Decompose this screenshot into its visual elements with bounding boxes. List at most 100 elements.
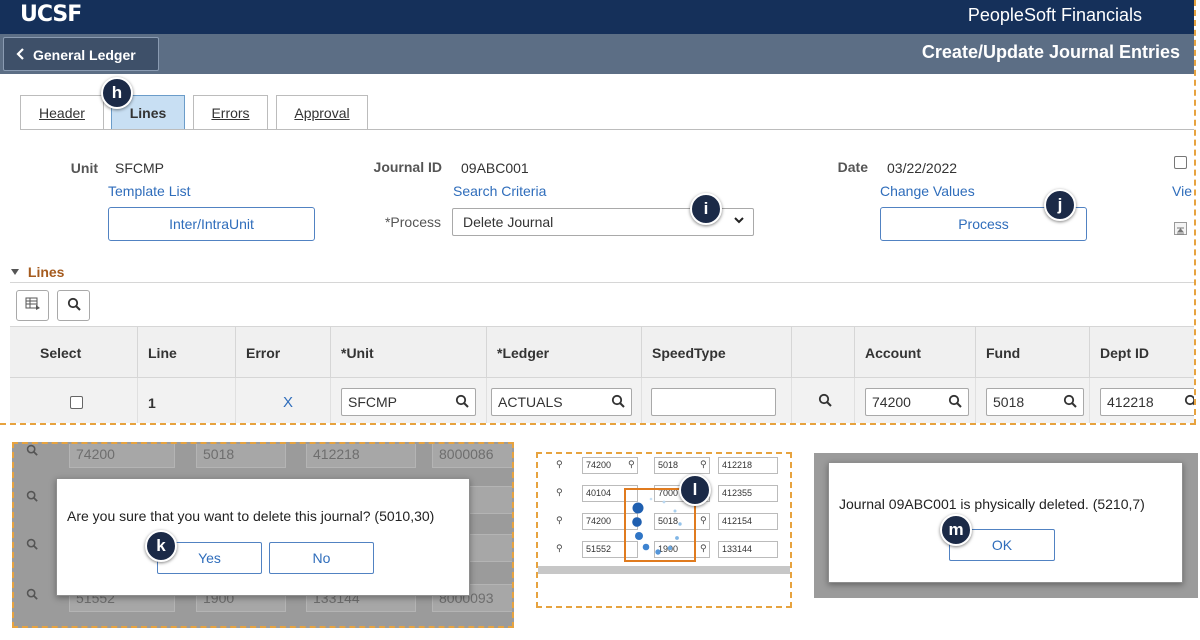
back-button[interactable]: General Ledger xyxy=(3,37,159,71)
chevron-down-icon xyxy=(733,213,745,230)
background-row: 74200 5018 412218 8000086 xyxy=(14,444,512,478)
unit-input[interactable]: SFCMP xyxy=(341,388,476,416)
no-button[interactable]: No xyxy=(269,542,374,574)
account-input[interactable]: 74200 xyxy=(865,388,969,416)
view-link[interactable]: Vie xyxy=(1172,183,1192,199)
select-cell xyxy=(10,378,137,423)
template-list-link[interactable]: Template List xyxy=(108,183,190,199)
ucsf-logo: UCSF xyxy=(20,2,82,27)
mini-dept: 133144 xyxy=(718,541,778,558)
scrollbar[interactable] xyxy=(538,566,790,574)
date-value: 03/22/2022 xyxy=(887,160,958,176)
lookup-icon[interactable] xyxy=(1184,394,1194,411)
deleted-message: Journal 09ABC001 is physically deleted. … xyxy=(839,496,1145,512)
search-icon: ⚲ xyxy=(700,515,707,525)
nav-bar: General Ledger Create/Update Journal Ent… xyxy=(0,34,1194,74)
dept-id-input[interactable]: 412218 xyxy=(1100,388,1194,416)
callout-h: h xyxy=(101,77,133,109)
journal-id-value: 09ABC001 xyxy=(461,160,529,176)
find-button[interactable] xyxy=(57,290,90,321)
mini-dept: 412355 xyxy=(718,485,778,502)
error-link[interactable]: X xyxy=(283,394,293,411)
callout-k: k xyxy=(145,530,177,562)
loading-spinner-icon xyxy=(630,494,682,559)
search-icon xyxy=(26,444,38,459)
unit-cell: SFCMP xyxy=(330,378,486,423)
col-error: Error xyxy=(235,327,340,379)
dept-id-input-value: 412218 xyxy=(1107,394,1154,410)
dept-id-cell: 412218 xyxy=(1089,378,1194,423)
tab-header-label: Header xyxy=(39,105,85,121)
account-input-value: 74200 xyxy=(872,394,911,410)
speedtype-lookup-icon[interactable] xyxy=(818,393,832,410)
change-values-link[interactable]: Change Values xyxy=(880,183,975,199)
speedtype-input[interactable] xyxy=(651,388,776,416)
app-name: PeopleSoft Financials xyxy=(967,5,1142,25)
collapse-icon[interactable] xyxy=(1174,222,1187,235)
col-speedtype: SpeedType xyxy=(641,327,791,379)
bg-project: 8000086 xyxy=(432,444,512,468)
inter-intraunit-button[interactable]: Inter/IntraUnit xyxy=(108,207,315,241)
confirm-dialog: Are you sure that you want to delete thi… xyxy=(56,478,470,596)
row-select-checkbox[interactable] xyxy=(70,396,83,409)
col-unit: *Unit xyxy=(330,327,486,379)
tab-approval-label: Approval xyxy=(294,105,350,121)
col-line: Line xyxy=(137,327,235,379)
unit-label: Unit xyxy=(70,160,98,176)
error-cell: X xyxy=(235,378,340,423)
grid-header-row: Select Line Error *Unit *Ledger SpeedTyp… xyxy=(10,326,1194,379)
search-icon: ⚲ xyxy=(556,459,563,469)
tab-errors-label: Errors xyxy=(211,105,250,121)
unit-value: SFCMP xyxy=(115,160,164,176)
ledger-input-value: ACTUALS xyxy=(498,394,563,410)
deleted-dialog: Journal 09ABC001 is physically deleted. … xyxy=(828,462,1183,583)
page-title: Create/Update Journal Entries xyxy=(921,42,1180,62)
lookup-icon[interactable] xyxy=(948,394,962,411)
col-fund: Fund xyxy=(975,327,1089,379)
search-icon xyxy=(26,588,38,603)
lookup-icon[interactable] xyxy=(1063,394,1077,411)
search-icon: ⚲ xyxy=(700,543,707,553)
callout-m: m xyxy=(940,514,972,546)
unit-input-value: SFCMP xyxy=(348,394,397,410)
journal-lines-page: UCSF PeopleSoft Financials General Ledge… xyxy=(0,0,1196,425)
back-button-label: General Ledger xyxy=(33,47,136,63)
fund-cell: 5018 xyxy=(975,378,1089,423)
callout-j: j xyxy=(1044,189,1076,221)
callout-l: l xyxy=(679,474,711,506)
header-checkbox[interactable] xyxy=(1174,156,1187,169)
speedtype-cell xyxy=(641,378,791,423)
mini-dept: 412218 xyxy=(718,457,778,474)
col-select: Select xyxy=(40,345,82,361)
grid-toolbar xyxy=(10,282,1194,326)
section-toggle-icon xyxy=(10,264,24,280)
journal-id-label: Journal ID xyxy=(373,159,442,175)
speedtype-lookup-cell xyxy=(791,378,854,423)
process-select-value: Delete Journal xyxy=(463,214,554,230)
callout-i: i xyxy=(690,193,722,225)
mini-dept: 412154 xyxy=(718,513,778,530)
date-label: Date xyxy=(837,159,868,175)
lookup-icon[interactable] xyxy=(611,394,625,411)
line-number: 1 xyxy=(148,395,156,411)
bg-fund: 5018 xyxy=(196,444,286,468)
grid-settings-button[interactable] xyxy=(16,290,49,321)
tab-errors[interactable]: Errors xyxy=(193,95,268,130)
tab-approval[interactable]: Approval xyxy=(276,95,368,130)
bg-dept: 412218 xyxy=(306,444,416,468)
confirm-delete-screenshot: 74200 5018 412218 8000086 00A 093 51552 … xyxy=(12,442,514,628)
ledger-input[interactable]: ACTUALS xyxy=(491,388,632,416)
chevron-left-icon xyxy=(16,47,25,63)
process-label: *Process xyxy=(384,214,441,230)
lines-section-header[interactable]: Lines xyxy=(10,264,64,280)
search-criteria-link[interactable]: Search Criteria xyxy=(453,183,546,199)
col-dept-id: Dept ID xyxy=(1089,327,1194,379)
search-icon xyxy=(26,538,38,553)
fund-input[interactable]: 5018 xyxy=(986,388,1084,416)
tab-header[interactable]: Header xyxy=(20,95,104,130)
search-icon: ⚲ xyxy=(628,459,635,469)
ledger-cell: ACTUALS xyxy=(486,378,641,423)
tab-lines-label: Lines xyxy=(129,105,167,121)
lookup-icon[interactable] xyxy=(455,394,469,411)
account-cell: 74200 xyxy=(854,378,975,423)
